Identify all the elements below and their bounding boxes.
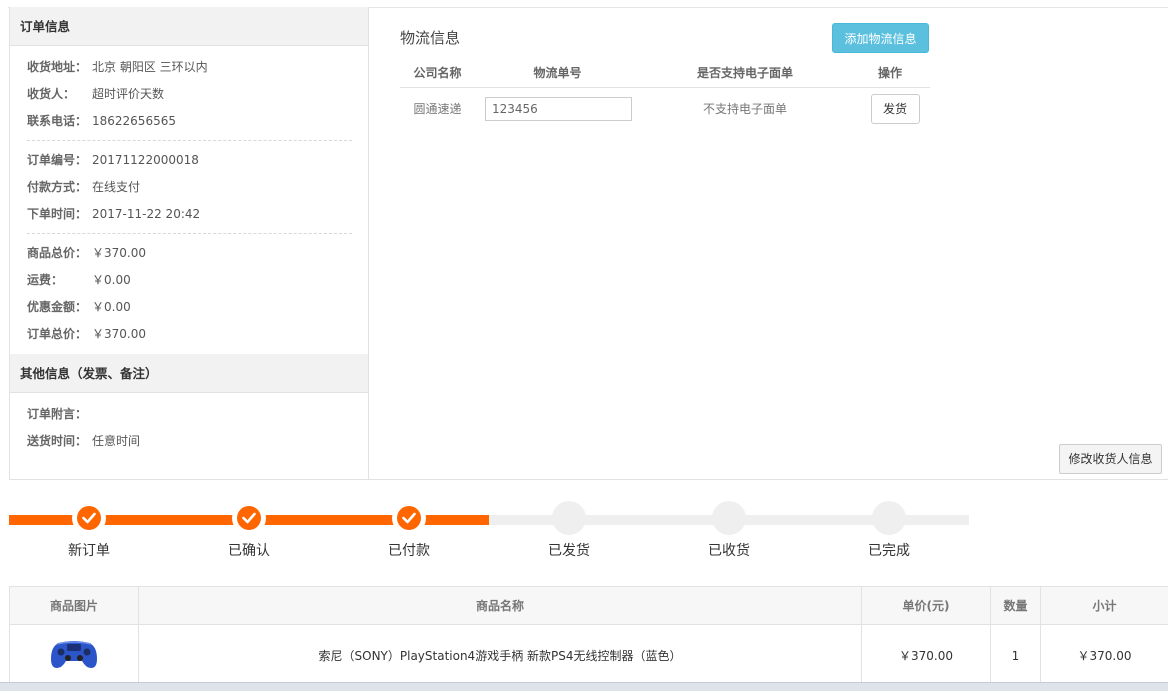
order-note-label: 订单附言： <box>27 401 92 428</box>
price-cell: ￥370.00 <box>862 625 991 687</box>
address-row: 收货地址： 北京 朝阳区 三环以内 <box>27 54 351 81</box>
discount-row: 优惠金额： ￥0.00 <box>27 294 351 321</box>
address-value: 北京 朝阳区 三环以内 <box>92 54 208 81</box>
step-received: 已收货 <box>649 498 809 560</box>
step-new-order: 新订单 <box>9 498 169 560</box>
delivery-time-row: 送货时间： 任意时间 <box>27 428 351 455</box>
qty-cell: 1 <box>991 625 1041 687</box>
goods-total-row: 商品总价： ￥370.00 <box>27 240 351 267</box>
order-info-body: 收货地址： 北京 朝阳区 三环以内 收货人： 超时评价天数 联系电话： 1862… <box>10 46 368 354</box>
e-waybill-cell: 不支持电子面单 <box>640 88 850 130</box>
col-image: 商品图片 <box>10 587 139 625</box>
order-info-title: 订单信息 <box>10 7 368 46</box>
receiver-label: 收货人： <box>27 81 92 108</box>
logistics-row: 圆通速递 不支持电子面单 发货 <box>400 88 930 130</box>
order-progress: 新订单 已确认 已付款 已发货 已收货 已完成 <box>9 498 969 558</box>
step-dot <box>712 501 746 535</box>
other-info-body: 订单附言： 送货时间： 任意时间 <box>10 393 368 461</box>
goods-total-label: 商品总价： <box>27 240 92 267</box>
divider <box>27 233 352 234</box>
delivery-time-label: 送货时间： <box>27 428 92 455</box>
tracking-number-input[interactable] <box>485 97 632 121</box>
step-dot <box>552 501 586 535</box>
check-icon <box>242 512 256 524</box>
phone-value: 18622656565 <box>92 108 176 135</box>
discount-value: ￥0.00 <box>92 294 131 321</box>
col-price: 单价(元) <box>862 587 991 625</box>
step-completed: 已完成 <box>809 498 969 560</box>
logistics-title: 物流信息 <box>400 27 460 48</box>
payment-row: 付款方式： 在线支付 <box>27 174 351 201</box>
phone-label: 联系电话： <box>27 108 92 135</box>
order-time-row: 下单时间： 2017-11-22 20:42 <box>27 201 351 228</box>
order-no-row: 订单编号： 20171122000018 <box>27 147 351 174</box>
check-icon <box>402 512 416 524</box>
company-cell: 圆通速递 <box>400 88 475 130</box>
check-icon <box>82 512 96 524</box>
step-dot <box>232 501 266 535</box>
image-cell <box>10 625 139 687</box>
add-logistics-button[interactable]: 添加物流信息 <box>832 23 929 53</box>
ship-button[interactable]: 发货 <box>871 94 920 124</box>
logistics-panel: 物流信息 添加物流信息 公司名称 物流单号 是否支持电子面单 操作 圆通速递 不… <box>369 7 1168 480</box>
table-row: 索尼（SONY）PlayStation4游戏手柄 新款PS4无线控制器（蓝色） … <box>10 625 1168 687</box>
address-label: 收货地址： <box>27 54 92 81</box>
phone-row: 联系电话： 18622656565 <box>27 108 351 135</box>
order-total-value: ￥370.00 <box>92 321 146 348</box>
payment-label: 付款方式： <box>27 174 92 201</box>
step-label: 已付款 <box>329 540 489 560</box>
goods-table: 商品图片 商品名称 单价(元) 数量 小计 索尼（SONY）PlayStatio… <box>9 586 1168 687</box>
gamepad-icon[interactable] <box>49 637 99 671</box>
goods-total-value: ￥370.00 <box>92 240 146 267</box>
step-label: 已收货 <box>649 540 809 560</box>
step-confirmed: 已确认 <box>169 498 329 560</box>
order-total-label: 订单总价： <box>27 321 92 348</box>
col-e-waybill: 是否支持电子面单 <box>640 58 850 88</box>
order-time-label: 下单时间： <box>27 201 92 228</box>
step-dot <box>72 501 106 535</box>
subtotal-cell: ￥370.00 <box>1041 625 1168 687</box>
edit-receiver-button[interactable]: 修改收货人信息 <box>1059 444 1162 474</box>
payment-value: 在线支付 <box>92 174 140 201</box>
step-shipped: 已发货 <box>489 498 649 560</box>
tracking-cell <box>475 88 640 130</box>
step-dot <box>392 501 426 535</box>
goods-name-cell[interactable]: 索尼（SONY）PlayStation4游戏手柄 新款PS4无线控制器（蓝色） <box>139 625 862 687</box>
col-qty: 数量 <box>991 587 1041 625</box>
order-time-value: 2017-11-22 20:42 <box>92 201 200 228</box>
order-info-panel: 订单信息 收货地址： 北京 朝阳区 三环以内 收货人： 超时评价天数 联系电话：… <box>9 7 369 480</box>
step-label: 已发货 <box>489 540 649 560</box>
col-subtotal: 小计 <box>1041 587 1168 625</box>
step-label: 新订单 <box>9 540 169 560</box>
logistics-header-row: 公司名称 物流单号 是否支持电子面单 操作 <box>400 58 930 88</box>
logistics-table: 公司名称 物流单号 是否支持电子面单 操作 圆通速递 不支持电子面单 发货 <box>400 58 930 129</box>
delivery-time-value: 任意时间 <box>92 428 140 455</box>
col-action: 操作 <box>850 58 930 88</box>
receiver-value: 超时评价天数 <box>92 81 164 108</box>
col-tracking: 物流单号 <box>475 58 640 88</box>
order-no-label: 订单编号： <box>27 147 92 174</box>
other-info-title: 其他信息（发票、备注） <box>10 354 368 393</box>
step-label: 已确认 <box>169 540 329 560</box>
order-total-row: 订单总价： ￥370.00 <box>27 321 351 348</box>
discount-label: 优惠金额： <box>27 294 92 321</box>
shipping-fee-value: ￥0.00 <box>92 267 131 294</box>
step-label: 已完成 <box>809 540 969 560</box>
col-name: 商品名称 <box>139 587 862 625</box>
divider <box>27 140 352 141</box>
shipping-fee-row: 运费： ￥0.00 <box>27 267 351 294</box>
goods-header-row: 商品图片 商品名称 单价(元) 数量 小计 <box>10 587 1168 625</box>
col-company: 公司名称 <box>400 58 475 88</box>
shipping-fee-label: 运费： <box>27 267 92 294</box>
action-cell: 发货 <box>850 88 930 130</box>
step-paid: 已付款 <box>329 498 489 560</box>
receiver-row: 收货人： 超时评价天数 <box>27 81 351 108</box>
step-dot <box>872 501 906 535</box>
order-no-value: 20171122000018 <box>92 147 199 174</box>
order-note-row: 订单附言： <box>27 401 351 428</box>
